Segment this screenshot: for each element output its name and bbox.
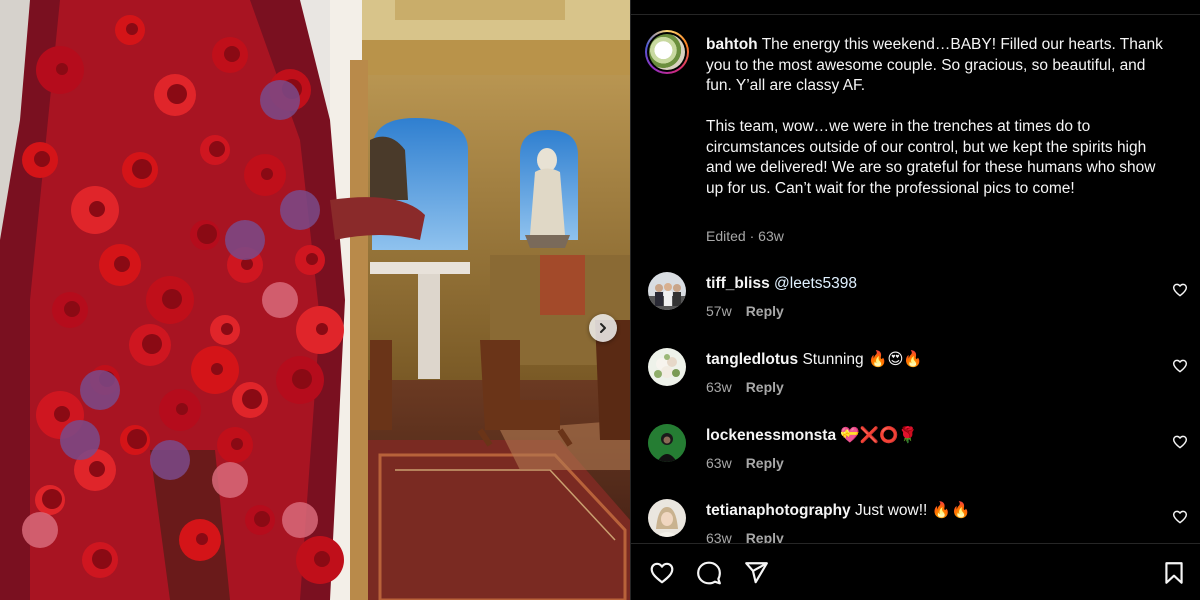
comment-icon[interactable] [696, 560, 722, 586]
portrait-avatar[interactable] [648, 499, 686, 537]
comment-content: 💝❌⭕🌹 [840, 427, 918, 444]
caption-paragraph-1: The energy this weekend…BABY! Filled our… [706, 36, 1163, 94]
comment-time[interactable]: 63w [706, 379, 732, 395]
comment-username[interactable]: tetianaphotography [706, 502, 851, 519]
mention-link[interactable]: @leets5398 [774, 275, 857, 292]
reply-button[interactable]: Reply [746, 379, 784, 395]
comment-text: tiff_bliss @leets5398 [706, 274, 857, 294]
chevron-right-icon [600, 323, 606, 333]
comment-time[interactable]: 63w [706, 455, 732, 471]
heart-icon[interactable] [1172, 282, 1188, 298]
meta-separator: · [749, 228, 755, 244]
comment-meta: 63w Reply [706, 379, 784, 395]
comment-username[interactable]: lockenessmonsta [706, 427, 836, 444]
comment-item: tiff_bliss @leets5398 57w Reply [648, 272, 1188, 332]
comment-username[interactable]: tiff_bliss [706, 275, 770, 292]
group-photo-avatar[interactable] [648, 272, 686, 310]
comment-text: lockenessmonsta 💝❌⭕🌹 [706, 426, 918, 446]
green-portrait-avatar[interactable] [648, 424, 686, 462]
heart-icon[interactable] [1172, 509, 1188, 525]
next-media-button[interactable] [589, 314, 617, 342]
caption-meta: Edited · 63w [706, 228, 784, 244]
edited-label: Edited [706, 228, 746, 244]
panel-header [631, 0, 1200, 15]
comment-content: Just wow!! 🔥🔥 [854, 502, 971, 519]
comment-text: tangledlotus Stunning 🔥😍🔥 [706, 350, 923, 370]
post-media[interactable] [0, 0, 630, 600]
comment-item: tangledlotus Stunning 🔥😍🔥 63w Reply [648, 348, 1188, 408]
heart-icon[interactable] [1172, 358, 1188, 374]
post-actions-bar [631, 543, 1200, 600]
author-username[interactable]: bahtoh [706, 36, 758, 53]
author-avatar[interactable] [645, 30, 689, 74]
send-icon[interactable] [743, 560, 769, 586]
comment-meta: 63w Reply [706, 455, 784, 471]
reply-button[interactable]: Reply [746, 455, 784, 471]
comment-username[interactable]: tangledlotus [706, 351, 798, 368]
comment-text: tetianaphotography Just wow!! 🔥🔥 [706, 501, 970, 521]
like-heart-icon[interactable] [649, 560, 675, 586]
caption-text: bahtoh The energy this weekend…BABY! Fil… [706, 35, 1166, 199]
reply-button[interactable]: Reply [746, 303, 784, 319]
comment-meta: 57w Reply [706, 303, 784, 319]
comment-content: Stunning 🔥😍🔥 [802, 351, 923, 368]
post-time[interactable]: 63w [758, 228, 784, 244]
comment-item: lockenessmonsta 💝❌⭕🌹 63w Reply [648, 424, 1188, 484]
flowers-avatar[interactable] [648, 348, 686, 386]
bookmark-icon[interactable] [1161, 560, 1187, 586]
comment-time[interactable]: 57w [706, 303, 732, 319]
comments-panel: bahtoh The energy this weekend…BABY! Fil… [631, 0, 1200, 600]
post-image [0, 0, 630, 600]
caption-paragraph-2: This team, wow…we were in the trenches a… [706, 118, 1156, 197]
heart-icon[interactable] [1172, 434, 1188, 450]
